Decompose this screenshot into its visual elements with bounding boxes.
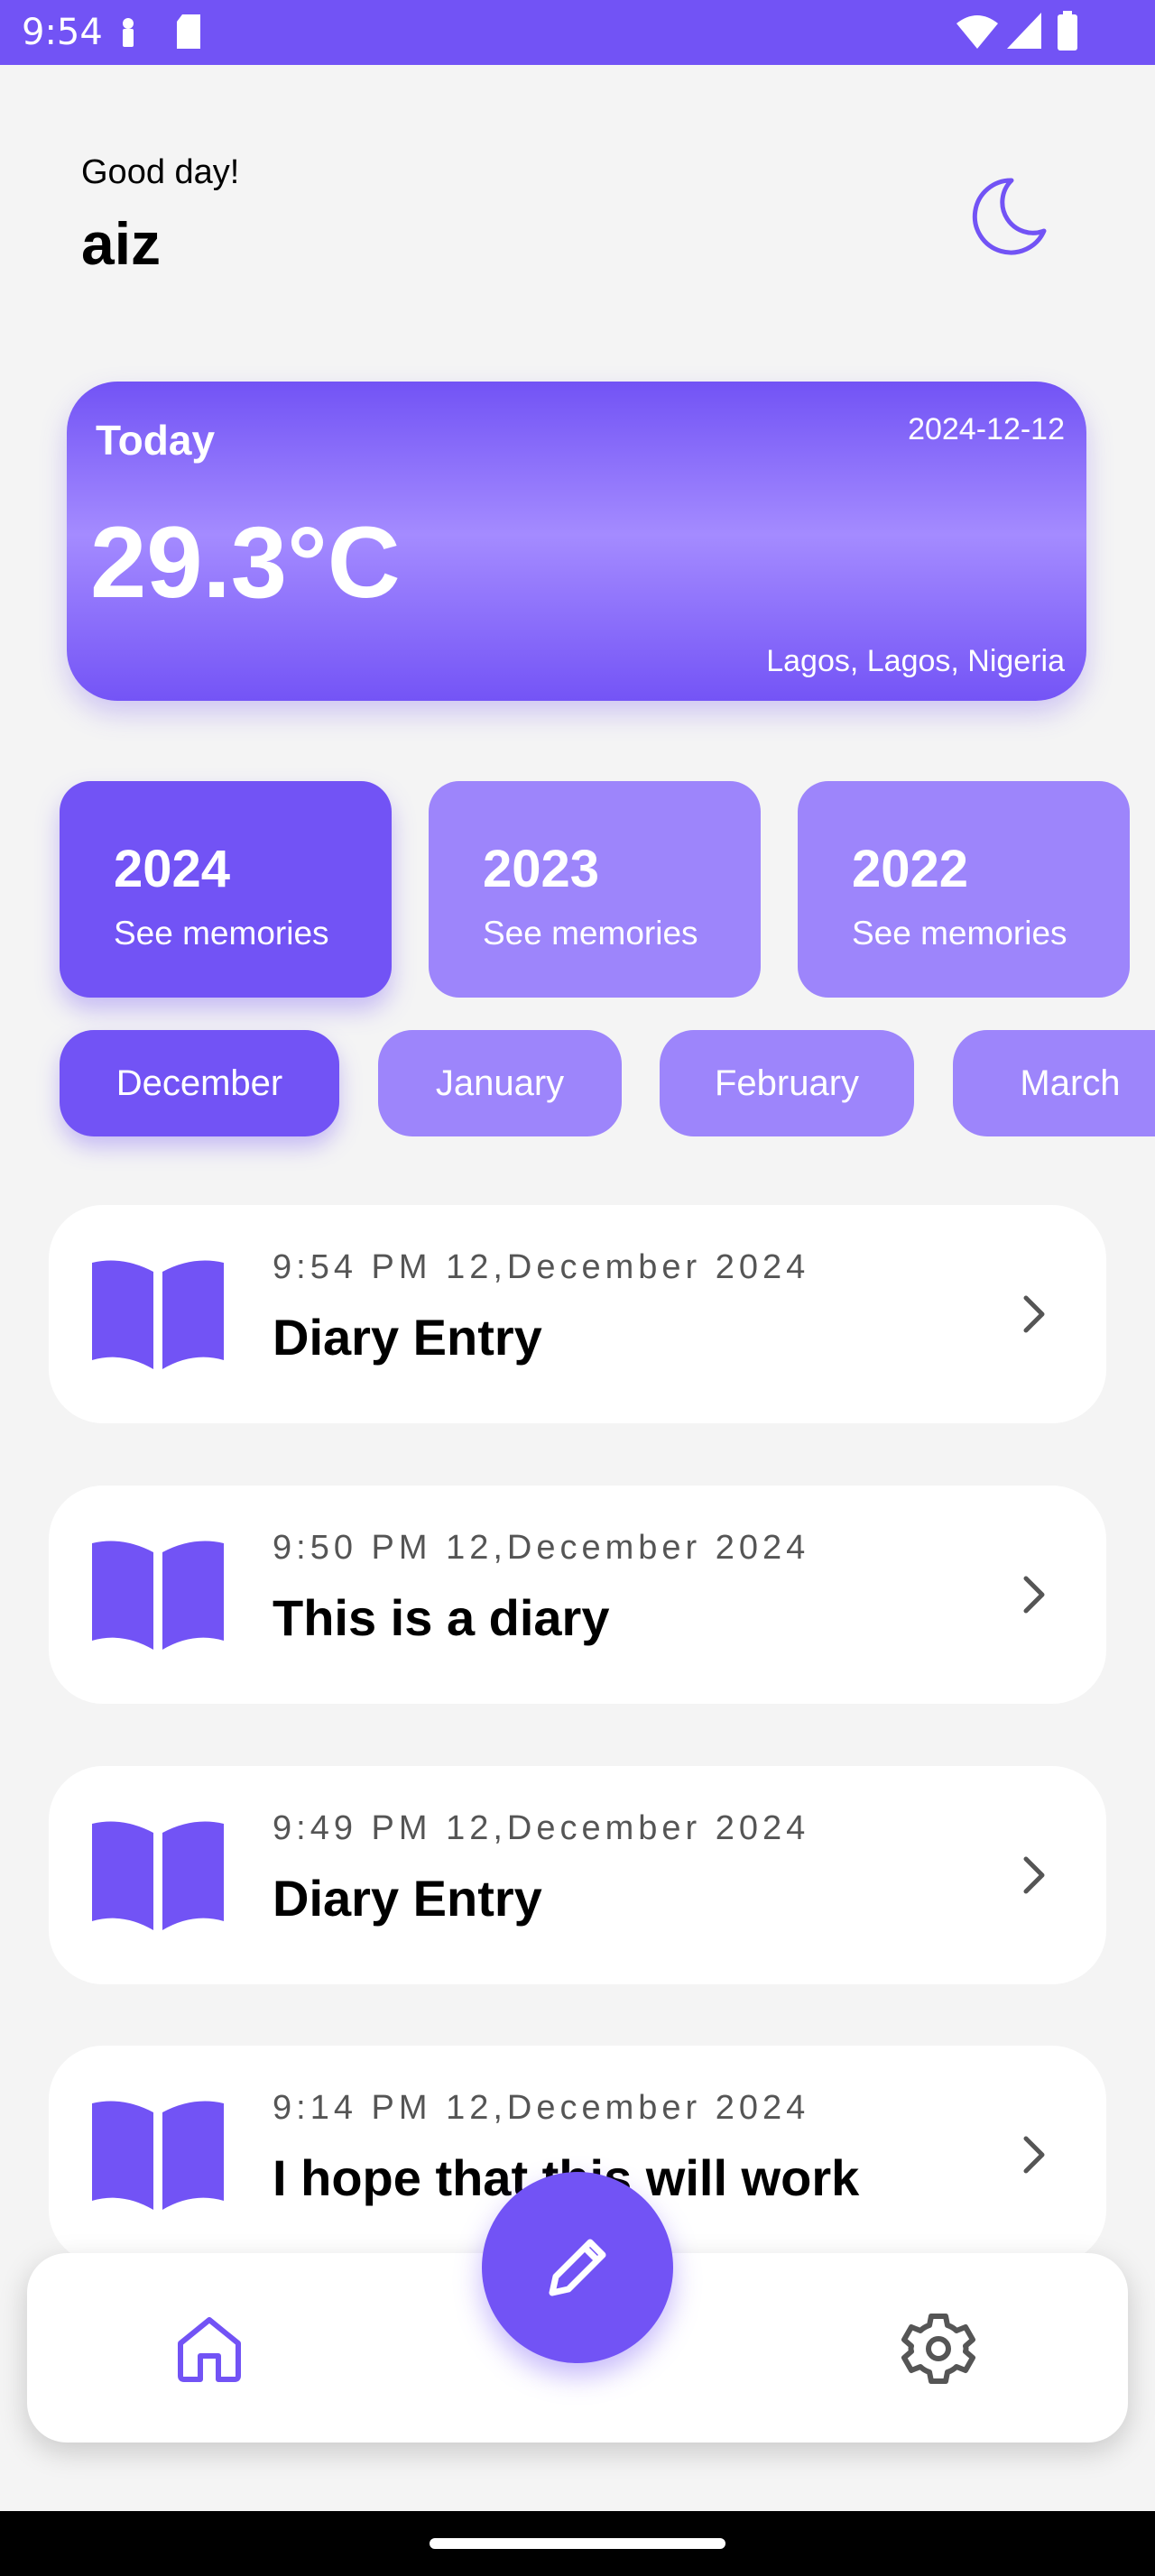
year-label: 2023 bbox=[483, 840, 600, 898]
wifi-icon bbox=[956, 15, 998, 49]
greeting-text: Good day! bbox=[81, 153, 240, 191]
chevron-right-icon[interactable] bbox=[1011, 1292, 1056, 1337]
year-label: 2024 bbox=[114, 840, 231, 898]
home-icon[interactable] bbox=[173, 2313, 245, 2385]
entry-title: Diary Entry bbox=[273, 1309, 542, 1366]
entry-title: Diary Entry bbox=[273, 1870, 542, 1927]
weather-location: Lagos, Lagos, Nigeria bbox=[766, 644, 1065, 678]
month-pill-march[interactable]: March bbox=[953, 1030, 1155, 1136]
open-book-icon bbox=[92, 1821, 224, 1930]
diary-entry[interactable]: 9:50 PM 12,December 2024 This is a diary bbox=[49, 1486, 1106, 1704]
signal-icon bbox=[1007, 13, 1041, 49]
month-pill-february[interactable]: February bbox=[660, 1030, 914, 1136]
entry-time: 9:14 PM 12,December 2024 bbox=[273, 2089, 810, 2127]
home-gesture-handle[interactable] bbox=[430, 2538, 725, 2549]
year-subtitle: See memories bbox=[852, 915, 1067, 952]
month-pill-december[interactable]: December bbox=[60, 1030, 339, 1136]
diary-entry[interactable]: 9:49 PM 12,December 2024 Diary Entry bbox=[49, 1766, 1106, 1984]
chevron-right-icon[interactable] bbox=[1011, 1853, 1056, 1898]
open-book-icon bbox=[92, 1541, 224, 1650]
entry-title: This is a diary bbox=[273, 1589, 610, 1646]
weather-card: Today 2024-12-12 29.3°C Lagos, Lagos, Ni… bbox=[67, 382, 1086, 701]
year-subtitle: See memories bbox=[114, 915, 329, 952]
battery-icon bbox=[1058, 11, 1077, 51]
month-pill-january[interactable]: January bbox=[378, 1030, 622, 1136]
open-book-icon bbox=[92, 1260, 224, 1369]
weather-temperature: 29.3°C bbox=[90, 506, 401, 619]
diary-entry[interactable]: 9:54 PM 12,December 2024 Diary Entry bbox=[49, 1205, 1106, 1423]
gear-icon[interactable] bbox=[901, 2311, 976, 2387]
new-entry-button[interactable] bbox=[482, 2172, 673, 2363]
weather-label: Today bbox=[96, 417, 216, 464]
username: aiz bbox=[81, 210, 162, 277]
entry-time: 9:50 PM 12,December 2024 bbox=[273, 1529, 810, 1567]
year-card-2023[interactable]: 2023 See memories bbox=[429, 781, 761, 998]
moon-icon[interactable] bbox=[961, 171, 1051, 262]
sd-card-icon bbox=[177, 14, 200, 49]
entry-time: 9:49 PM 12,December 2024 bbox=[273, 1809, 810, 1847]
open-book-icon bbox=[92, 2101, 224, 2210]
chevron-right-icon[interactable] bbox=[1011, 2132, 1056, 2177]
chevron-right-icon[interactable] bbox=[1011, 1572, 1056, 1617]
notification-icon bbox=[123, 18, 134, 47]
status-bar: 9:54 bbox=[0, 0, 1155, 65]
year-card-2022[interactable]: 2022 See memories bbox=[798, 781, 1130, 998]
weather-date: 2024-12-12 bbox=[908, 412, 1065, 446]
system-navigation-bar bbox=[0, 2511, 1155, 2576]
year-card-2024[interactable]: 2024 See memories bbox=[60, 781, 392, 998]
status-time: 9:54 bbox=[22, 12, 103, 53]
year-label: 2022 bbox=[852, 840, 969, 898]
year-subtitle: See memories bbox=[483, 915, 698, 952]
entry-time: 9:54 PM 12,December 2024 bbox=[273, 1248, 810, 1286]
pencil-icon bbox=[549, 2239, 606, 2296]
